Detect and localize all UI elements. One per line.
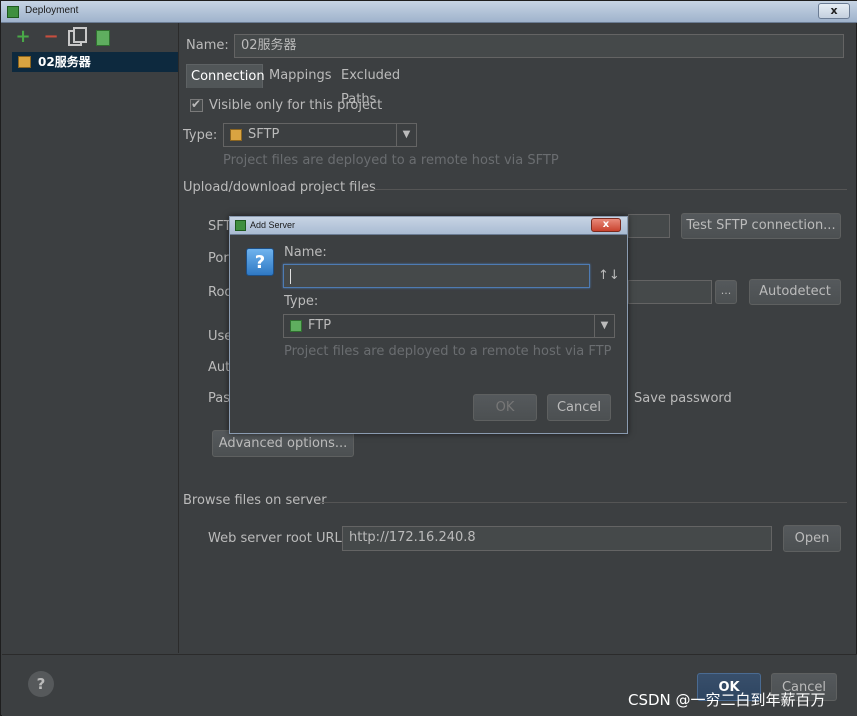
port-label: Por: [208, 251, 229, 266]
window-title: Deployment: [25, 5, 79, 16]
type-label: Type:: [183, 128, 218, 143]
tab-excluded-paths[interactable]: Excluded Paths: [337, 64, 437, 107]
csdn-watermark: CSDN @一穷二白到年薪百万: [628, 691, 826, 709]
add-server-title: Add Server: [250, 220, 296, 230]
text-caret: [290, 269, 291, 284]
sftp-host-label: SFT: [208, 219, 232, 234]
add-server-close-button[interactable]: x: [591, 218, 621, 232]
sftp-host-input[interactable]: [628, 214, 670, 238]
deployment-window: Deployment x + − 02服务器 Name: 02服务器 Conne…: [0, 0, 857, 716]
question-icon: ?: [246, 248, 274, 276]
browse-section-title: Browse files on server: [183, 493, 327, 508]
server-tree-item-label: 02服务器: [38, 55, 91, 69]
add-server-cancel-button[interactable]: Cancel: [547, 394, 611, 421]
add-server-type-value: FTP: [308, 318, 332, 333]
visible-only-checkbox[interactable]: [190, 97, 203, 112]
set-default-icon[interactable]: [96, 30, 110, 46]
ftp-type-icon: [290, 320, 302, 332]
visible-only-label: Visible only for this project: [209, 98, 383, 113]
chevron-down-icon: ▼: [594, 315, 614, 337]
app-icon: [235, 220, 246, 231]
add-icon[interactable]: +: [14, 28, 32, 46]
window-titlebar: Deployment x: [1, 1, 857, 23]
autodetect-button[interactable]: Autodetect: [749, 279, 841, 305]
section-divider: [362, 189, 847, 190]
tab-mappings[interactable]: Mappings: [265, 64, 335, 88]
sort-icon[interactable]: ↑↓: [598, 268, 620, 283]
name-label: Name:: [186, 38, 229, 53]
add-server-name-label: Name:: [284, 245, 327, 260]
section-divider: [316, 502, 847, 503]
add-server-name-input[interactable]: [283, 264, 590, 288]
add-server-dialog: Add Server x ? Name: ↑↓ Type: FTP ▼ Proj…: [229, 216, 628, 434]
test-sftp-connection-button[interactable]: Test SFTP connection...: [681, 213, 841, 239]
type-select[interactable]: SFTP ▼: [223, 123, 417, 147]
add-server-type-select[interactable]: FTP ▼: [283, 314, 615, 338]
add-server-type-label: Type:: [284, 294, 319, 309]
open-url-button[interactable]: Open: [783, 525, 841, 552]
web-root-url-label: Web server root URL:: [208, 531, 347, 546]
server-tree-item[interactable]: 02服务器: [12, 52, 178, 72]
app-icon: [7, 6, 19, 18]
copy-icon[interactable]: [68, 27, 87, 46]
type-select-value: SFTP: [248, 127, 280, 142]
chevron-down-icon: ▼: [396, 124, 416, 146]
add-server-type-hint: Project files are deployed to a remote h…: [284, 344, 612, 359]
root-path-input[interactable]: [628, 280, 712, 304]
auth-type-label: Aut: [208, 360, 231, 375]
password-label: Pas: [208, 391, 230, 406]
window-close-button[interactable]: x: [818, 3, 850, 19]
browse-root-button[interactable]: ...: [715, 280, 737, 304]
help-button[interactable]: ?: [28, 671, 54, 697]
save-password-label[interactable]: Save password: [634, 391, 732, 406]
server-name-input[interactable]: 02服务器: [234, 34, 844, 58]
sftp-server-icon: [18, 56, 31, 68]
server-list-toolbar: + −: [2, 23, 179, 51]
web-root-url-input[interactable]: http://172.16.240.8: [342, 526, 772, 551]
upload-section-title: Upload/download project files: [183, 180, 376, 195]
tab-connection[interactable]: Connection: [186, 64, 265, 88]
type-hint: Project files are deployed to a remote h…: [223, 153, 559, 168]
add-server-titlebar: Add Server x: [230, 217, 627, 235]
advanced-options-button[interactable]: Advanced options...: [212, 430, 354, 457]
remove-icon[interactable]: −: [42, 28, 60, 46]
add-server-ok-button[interactable]: OK: [473, 394, 537, 421]
sftp-type-icon: [230, 129, 242, 141]
server-list-pane: + − 02服务器: [2, 23, 179, 653]
